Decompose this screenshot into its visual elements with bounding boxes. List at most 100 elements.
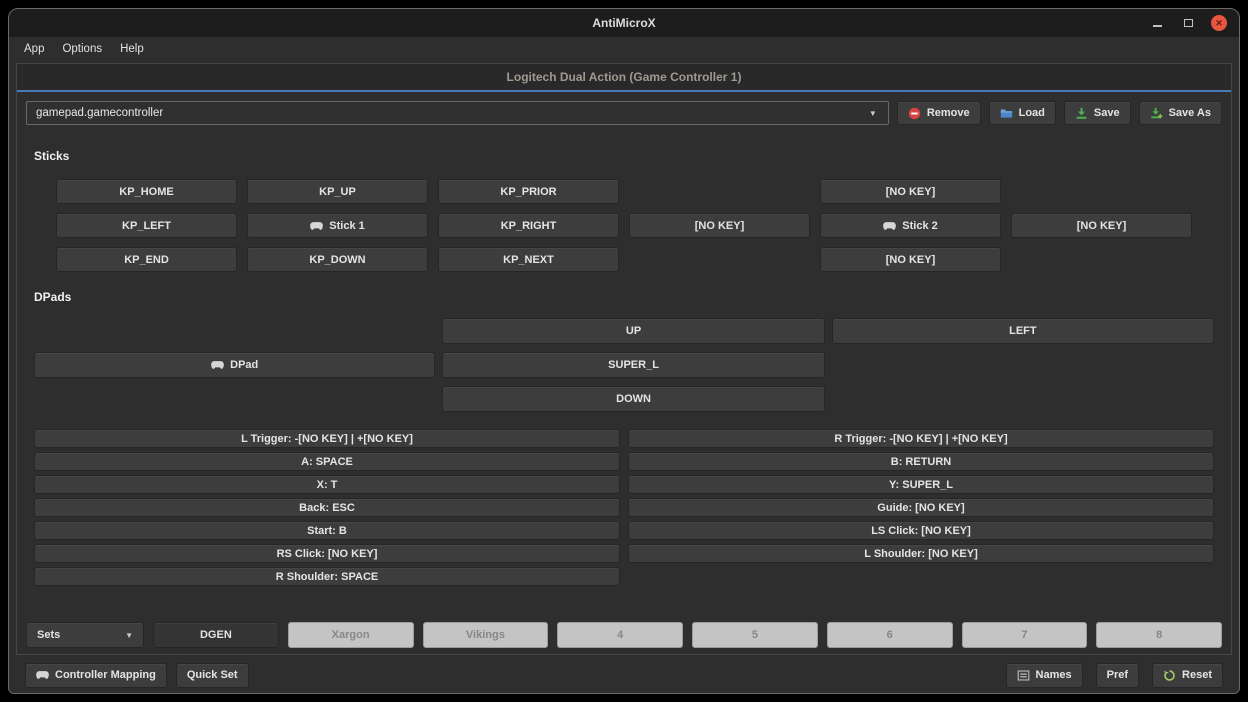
dpad-grid: UP LEFT DPad SUPER_L DOWN — [34, 318, 1214, 412]
stick1-left-button[interactable]: KP_LEFT — [56, 213, 237, 238]
stick1-down-right-button[interactable]: KP_NEXT — [438, 247, 619, 272]
set-tab-5[interactable]: 5 — [692, 622, 818, 648]
names-button-label: Names — [1036, 669, 1072, 681]
dpad-left-button[interactable]: LEFT — [832, 318, 1214, 344]
sets-dropdown-button[interactable]: Sets ▼ — [26, 622, 144, 648]
reset-button[interactable]: Reset — [1152, 663, 1223, 688]
controller-tab-label: Logitech Dual Action (Game Controller 1) — [507, 70, 742, 84]
gamepad-icon — [883, 221, 896, 231]
set-tab-3[interactable]: Vikings — [423, 622, 549, 648]
dpad-label: DPad — [230, 359, 258, 371]
profile-combobox[interactable]: gamepad.gamecontroller ▼ — [26, 101, 889, 125]
menubar: App Options Help — [9, 37, 1239, 61]
stick2-up-button[interactable]: [NO KEY] — [820, 179, 1001, 204]
r-shoulder-button[interactable]: R Shoulder: SPACE — [34, 567, 620, 586]
menu-item-app[interactable]: App — [15, 40, 53, 58]
save-as-button-label: Save As — [1169, 107, 1211, 119]
menu-item-options[interactable]: Options — [53, 40, 111, 58]
profile-combo-value: gamepad.gamecontroller — [36, 107, 163, 119]
stick1-up-right-button[interactable]: KP_PRIOR — [438, 179, 619, 204]
sets-row: Sets ▼ DGEN Xargon Vikings 4 5 6 7 8 — [26, 622, 1222, 648]
grid-spacer — [1011, 179, 1192, 204]
stick1-down-button[interactable]: KP_DOWN — [247, 247, 428, 272]
window-title: AntiMicroX — [9, 16, 1239, 30]
stick1-down-left-button[interactable]: KP_END — [56, 247, 237, 272]
gamepad-icon — [211, 360, 224, 370]
save-button-label: Save — [1094, 107, 1120, 119]
stick2-right-button[interactable]: [NO KEY] — [1011, 213, 1192, 238]
close-icon: ✕ — [1215, 19, 1223, 28]
controller-mapping-label: Controller Mapping — [55, 669, 156, 681]
close-button[interactable]: ✕ — [1211, 15, 1227, 31]
rs-click-button[interactable]: RS Click: [NO KEY] — [34, 544, 620, 563]
titlebar: AntiMicroX ✕ — [9, 9, 1239, 37]
quick-set-button[interactable]: Quick Set — [176, 663, 249, 688]
l-shoulder-button[interactable]: L Shoulder: [NO KEY] — [628, 544, 1214, 563]
window-controls: ✕ — [1149, 15, 1239, 31]
controller-tabpane: Logitech Dual Action (Game Controller 1)… — [16, 63, 1232, 655]
maximize-button[interactable] — [1180, 15, 1196, 31]
load-button[interactable]: Load — [989, 101, 1056, 125]
bottom-bar: Controller Mapping Quick Set Names Pref … — [25, 662, 1223, 688]
ls-click-button[interactable]: LS Click: [NO KEY] — [628, 521, 1214, 540]
a-button[interactable]: A: SPACE — [34, 452, 620, 471]
set-tab-7[interactable]: 7 — [962, 622, 1088, 648]
remove-button[interactable]: Remove — [897, 101, 981, 125]
back-button[interactable]: Back: ESC — [34, 498, 620, 517]
save-button[interactable]: Save — [1064, 101, 1131, 125]
stick1-button[interactable]: Stick 1 — [247, 213, 428, 238]
guide-button[interactable]: Guide: [NO KEY] — [628, 498, 1214, 517]
dpad-up-button[interactable]: UP — [442, 318, 824, 344]
set-tab-4[interactable]: 4 — [557, 622, 683, 648]
dpad-right-button[interactable]: SUPER_L — [442, 352, 824, 378]
stick1-up-left-button[interactable]: KP_HOME — [56, 179, 237, 204]
sticks-grid: KP_HOME KP_UP KP_PRIOR [NO KEY] KP_LEFT … — [56, 179, 1192, 272]
gamepad-icon — [36, 670, 49, 680]
dpad-down-button[interactable]: DOWN — [442, 386, 824, 412]
save-as-icon — [1150, 107, 1163, 120]
set-tab-8[interactable]: 8 — [1096, 622, 1222, 648]
assignments-grid: L Trigger: -[NO KEY] | +[NO KEY] R Trigg… — [34, 429, 1214, 586]
app-window: AntiMicroX ✕ App Options Help Logitech D… — [8, 8, 1240, 694]
stick1-right-button[interactable]: KP_RIGHT — [438, 213, 619, 238]
menu-item-help[interactable]: Help — [111, 40, 153, 58]
names-button[interactable]: Names — [1006, 663, 1083, 688]
l-trigger-button[interactable]: L Trigger: -[NO KEY] | +[NO KEY] — [34, 429, 620, 448]
pref-button[interactable]: Pref — [1096, 663, 1139, 688]
names-icon — [1017, 669, 1030, 682]
controller-tab[interactable]: Logitech Dual Action (Game Controller 1) — [17, 64, 1231, 92]
y-button[interactable]: Y: SUPER_L — [628, 475, 1214, 494]
chevron-down-icon: ▼ — [125, 631, 133, 640]
remove-button-label: Remove — [927, 107, 970, 119]
grid-spacer — [1011, 247, 1192, 272]
maximize-icon — [1184, 19, 1193, 27]
b-button[interactable]: B: RETURN — [628, 452, 1214, 471]
stick2-button[interactable]: Stick 2 — [820, 213, 1001, 238]
stick2-down-button[interactable]: [NO KEY] — [820, 247, 1001, 272]
stick1-up-button[interactable]: KP_UP — [247, 179, 428, 204]
chevron-down-icon: ▼ — [869, 109, 879, 118]
sticks-heading: Sticks — [34, 149, 1222, 163]
set-tab-2[interactable]: Xargon — [288, 622, 414, 648]
sets-dropdown-label: Sets — [37, 629, 60, 641]
set-tab-1[interactable]: DGEN — [153, 622, 279, 648]
load-button-label: Load — [1019, 107, 1045, 119]
stick2-left-button[interactable]: [NO KEY] — [629, 213, 810, 238]
start-button[interactable]: Start: B — [34, 521, 620, 540]
grid-spacer — [629, 247, 810, 272]
folder-open-icon — [1000, 107, 1013, 120]
x-button[interactable]: X: T — [34, 475, 620, 494]
dpad-button[interactable]: DPad — [34, 352, 435, 378]
set-tab-6[interactable]: 6 — [827, 622, 953, 648]
reset-button-label: Reset — [1182, 669, 1212, 681]
controller-mapping-button[interactable]: Controller Mapping — [25, 663, 167, 688]
reset-icon — [1163, 669, 1176, 682]
minimize-icon — [1153, 25, 1162, 27]
profile-row: gamepad.gamecontroller ▼ Remove Load Sav… — [26, 101, 1222, 125]
remove-icon — [908, 107, 921, 120]
save-icon — [1075, 107, 1088, 120]
dpads-heading: DPads — [34, 290, 1222, 304]
r-trigger-button[interactable]: R Trigger: -[NO KEY] | +[NO KEY] — [628, 429, 1214, 448]
save-as-button[interactable]: Save As — [1139, 101, 1222, 125]
minimize-button[interactable] — [1149, 15, 1165, 31]
